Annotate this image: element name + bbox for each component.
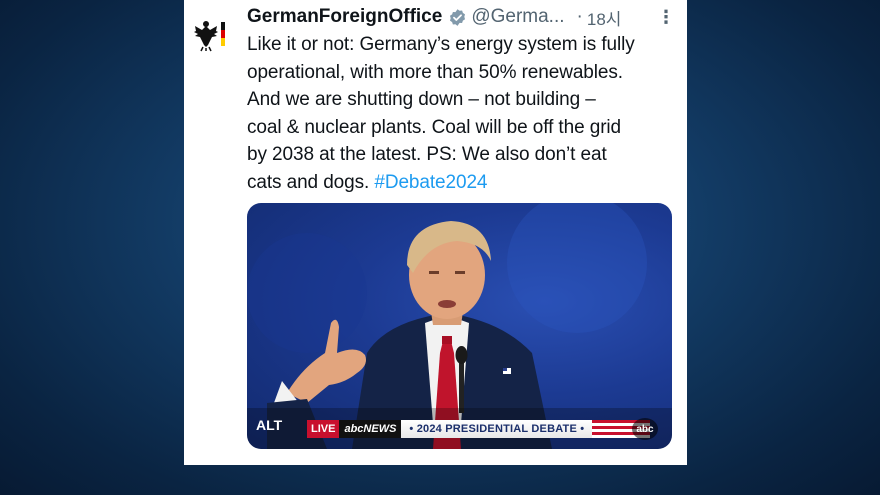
tweet-text-line: Like it or not: Germany’s energy system … xyxy=(247,34,635,55)
tweet-text: Like it or not: Germany’s energy system … xyxy=(247,31,677,196)
more-options-icon[interactable]: ⋮ xyxy=(655,4,677,30)
tweet-card[interactable]: GermanForeignOffice @Germa... · 18시 ⋮ Li… xyxy=(184,0,687,465)
tweet-header: GermanForeignOffice @Germa... · 18시 ⋮ xyxy=(247,4,677,30)
eagle-avatar-icon[interactable] xyxy=(192,18,226,52)
separator-dot: · xyxy=(576,6,583,27)
tweet-text-line: operational, with more than 50% renewabl… xyxy=(247,61,623,83)
display-name[interactable]: GermanForeignOffice xyxy=(247,6,442,28)
tweet-text-line: cats and dogs. xyxy=(247,171,370,193)
timestamp[interactable]: 18시 xyxy=(587,5,622,30)
user-handle[interactable]: @Germa... xyxy=(471,6,564,28)
video-frame xyxy=(247,203,672,449)
tweet-text-line: coal & nuclear plants. Coal will be off … xyxy=(247,116,622,138)
abc-watermark-icon: abc xyxy=(632,418,658,440)
tweet-media-video[interactable]: ALT LIVE abcNEWS • 2024 PRESIDENTIAL DEB… xyxy=(247,203,672,449)
verified-badge-icon xyxy=(448,8,467,27)
alt-text-button[interactable]: ALT xyxy=(256,417,282,433)
tweet-text-last-line: cats and dogs. #Debate2024 xyxy=(247,169,677,197)
hashtag-link[interactable]: #Debate2024 xyxy=(374,172,487,193)
live-badge: LIVE xyxy=(307,420,340,438)
news-ticker: LIVE abcNEWS • 2024 PRESIDENTIAL DEBATE … xyxy=(307,420,651,438)
tweet-text-line: by 2038 at the latest. PS: We also don’t… xyxy=(247,144,607,165)
network-logo: abcNEWS xyxy=(339,420,402,438)
ticker-title: • 2024 PRESIDENTIAL DEBATE • xyxy=(401,420,593,438)
tweet-text-line: And we are shutting down – not building … xyxy=(247,89,596,110)
